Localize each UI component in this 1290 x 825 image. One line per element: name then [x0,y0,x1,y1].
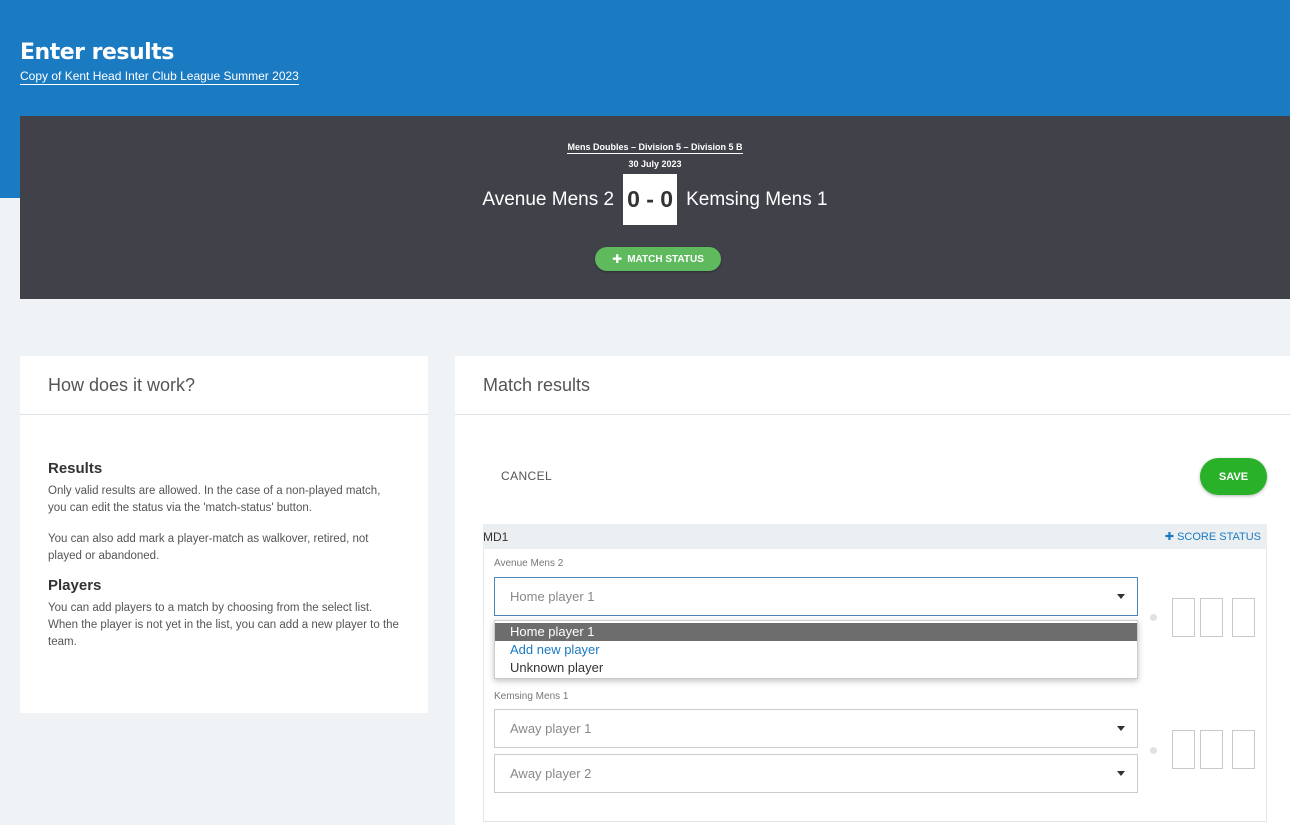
away-score-set-1[interactable] [1172,730,1195,769]
cancel-button[interactable]: CANCEL [501,469,552,483]
home-serve-indicator [1150,614,1157,621]
page-title: Enter results [20,40,174,65]
match-results-card: Match results CANCEL SAVE MD1 ✚ SCORE STA… [455,356,1290,825]
plus-icon: ✚ [1164,531,1175,543]
dropdown-option-home-player-1[interactable]: Home player 1 [495,623,1137,641]
teams-row: Avenue Mens 2 0 - 0 Kemsing Mens 1 [20,174,1290,225]
away-team-label: Kemsing Mens 1 [494,691,569,702]
match-status-label: MATCH STATUS [627,253,704,265]
md1-match-box: Avenue Mens 2 Home player 1 Home player … [483,549,1267,822]
away-player-2-value: Away player 2 [510,766,592,781]
home-team-label: Avenue Mens 2 [494,558,564,569]
away-score-set-3[interactable] [1232,730,1255,769]
chevron-down-icon [1117,771,1125,776]
home-player-dropdown: Home player 1 Add new player Unknown pla… [494,620,1138,679]
dropdown-option-unknown-player[interactable]: Unknown player [495,659,1137,677]
results-paragraph-1: Only valid results are allowed. In the c… [48,485,381,514]
help-body: Results Only valid results are allowed. … [20,415,428,651]
help-card: How does it work? Results Only valid res… [20,356,428,713]
match-header: Mens Doubles – Division 5 – Division 5 B… [20,116,1290,299]
away-player-1-select[interactable]: Away player 1 [494,709,1138,748]
away-score-set-2[interactable] [1200,730,1223,769]
players-heading: Players [48,577,102,594]
away-serve-indicator [1150,747,1157,754]
chevron-down-icon [1117,726,1125,731]
score-status-button[interactable]: ✚ SCORE STATUS [1165,530,1261,543]
dropdown-option-add-new-player[interactable]: Add new player [495,641,1137,659]
away-player-1-value: Away player 1 [510,721,592,736]
home-player-1-select[interactable]: Home player 1 [494,577,1138,616]
home-team-name: Avenue Mens 2 [482,188,615,210]
md1-bar: MD1 ✚ SCORE STATUS [483,524,1267,549]
page-header: Enter results Copy of Kent Head Inter Cl… [20,40,299,85]
tournament-link[interactable]: Copy of Kent Head Inter Club League Summ… [20,69,299,85]
away-player-2-select[interactable]: Away player 2 [494,754,1138,793]
results-heading: Results [48,460,103,477]
md1-label: MD1 [483,529,509,544]
division-link-row: Mens Doubles – Division 5 – Division 5 B [20,142,1290,154]
home-score-set-3[interactable] [1232,598,1255,637]
match-score: 0 - 0 [623,174,678,225]
save-button[interactable]: SAVE [1200,458,1267,495]
home-score-set-2[interactable] [1200,598,1223,637]
away-team-name: Kemsing Mens 1 [686,188,828,210]
plus-icon: ✚ [612,252,623,266]
score-status-label: SCORE STATUS [1177,531,1261,543]
chevron-down-icon [1117,594,1125,599]
match-status-button[interactable]: ✚ MATCH STATUS [595,247,721,271]
help-card-title: How does it work? [20,356,428,415]
division-link[interactable]: Mens Doubles – Division 5 – Division 5 B [567,142,743,154]
results-paragraph-2: You can also add mark a player-match as … [48,533,369,562]
match-results-title: Match results [455,356,1290,415]
home-player-1-value: Home player 1 [510,589,595,604]
players-paragraph: You can add players to a match by choosi… [48,602,399,648]
match-date: 30 July 2023 [628,159,682,169]
home-score-set-1[interactable] [1172,598,1195,637]
